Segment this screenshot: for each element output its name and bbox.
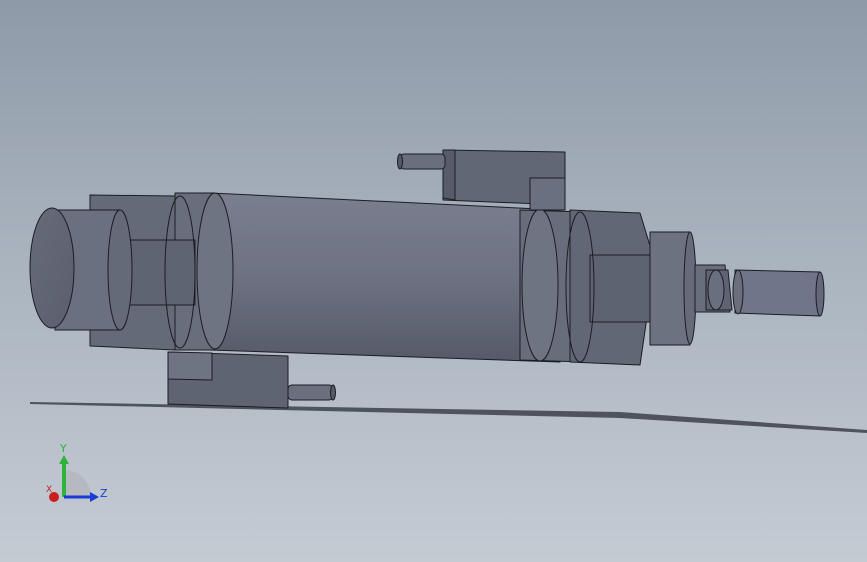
coordinate-triad[interactable]: Y Z X <box>40 440 115 510</box>
y-axis-label: Y <box>60 442 67 455</box>
piston-rod <box>694 264 825 317</box>
x-axis-label: X <box>46 485 53 495</box>
front-flange <box>519 208 656 366</box>
bottom-sensor-switch <box>167 351 336 409</box>
cylinder-model-view[interactable] <box>0 0 867 562</box>
rear-end-cap <box>29 207 133 331</box>
y-axis-arrow <box>59 455 69 464</box>
triad-backdrop <box>64 470 91 497</box>
z-axis-label: Z <box>100 487 108 500</box>
front-neck <box>649 231 697 346</box>
z-axis-arrow <box>90 492 99 502</box>
cylinder-barrel <box>209 192 561 363</box>
top-sensor-switch <box>397 149 566 211</box>
ground-shadow <box>30 402 867 433</box>
graphics-viewport[interactable]: Y Z X <box>0 0 867 562</box>
